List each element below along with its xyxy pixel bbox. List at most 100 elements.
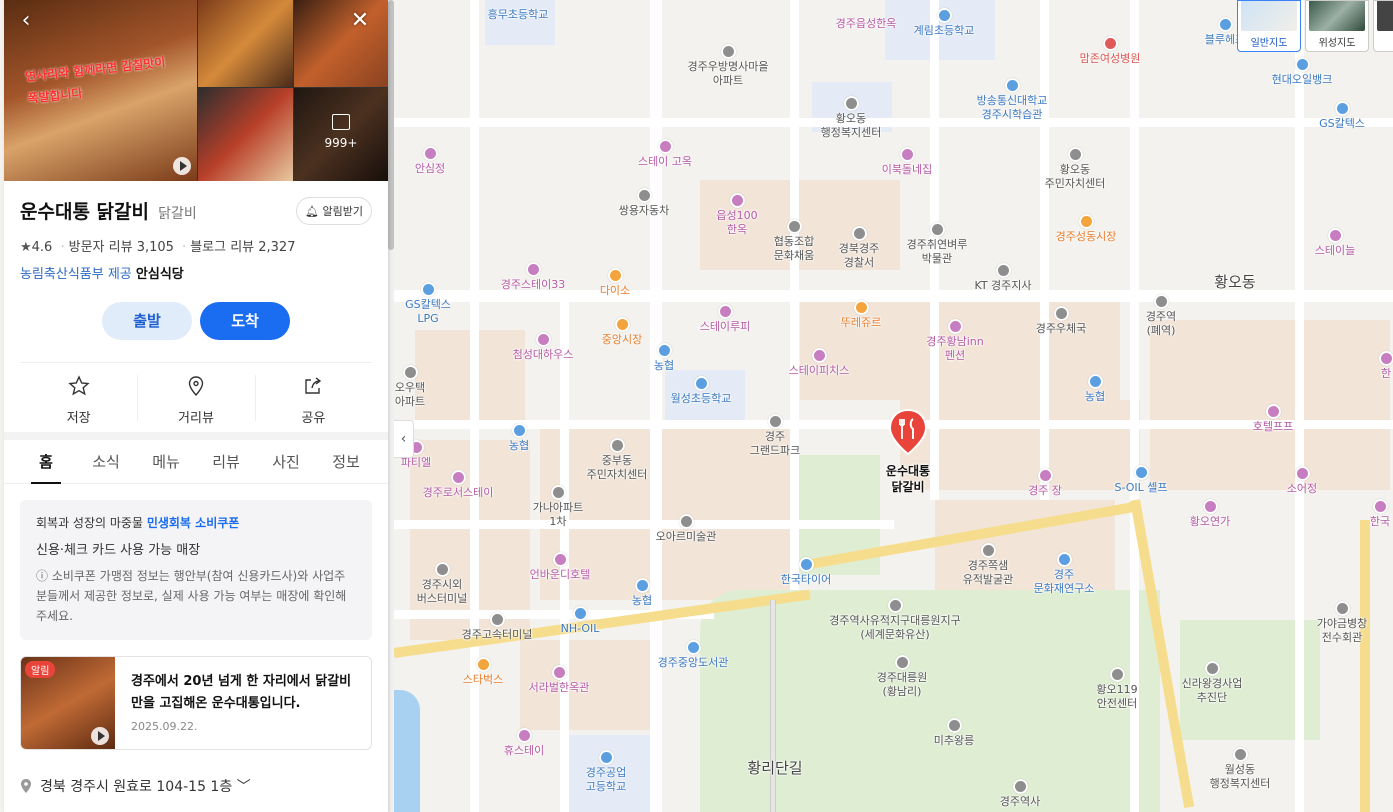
alarm-button[interactable]: 🔔︎ 알림받기 (296, 197, 372, 225)
poi-label[interactable]: 다이소 (600, 284, 630, 298)
map-type-normal-button[interactable]: 일반지도 (1237, 0, 1301, 52)
poi-pin-icon[interactable] (1057, 552, 1072, 567)
poi-pin-icon[interactable] (610, 438, 625, 453)
street-view-button[interactable]: 거리뷰 (137, 375, 254, 432)
photo-gallery[interactable]: 연사리와 함께라면 감칠맛이 폭발합니다 999+ ‹ ✕ (4, 0, 388, 181)
poi-label[interactable]: 농협 (509, 439, 529, 453)
poi-label[interactable]: 황오연가 (1190, 515, 1230, 529)
poi-label[interactable]: 소어정 (1287, 482, 1317, 496)
poi-pin-icon[interactable] (423, 146, 438, 161)
poi-label[interactable]: 경주로서스테이 (423, 486, 494, 500)
poi-label[interactable]: 읍성100 한옥 (716, 209, 757, 237)
news-card[interactable]: 알림 경주에서 20년 넘게 한 자리에서 닭갈비만을 고집해온 운수대통입니다… (20, 656, 372, 750)
poi-label[interactable]: 농협 (1085, 390, 1105, 404)
poi-label[interactable]: S-OIL 셀프 (1114, 481, 1167, 495)
poi-pin-icon[interactable] (1103, 36, 1118, 51)
poi-label[interactable]: 한국 (1370, 515, 1390, 529)
poi-pin-icon[interactable] (451, 470, 466, 485)
tab-review[interactable]: 리뷰 (196, 440, 256, 483)
poi-pin-icon[interactable] (694, 376, 709, 391)
close-icon[interactable]: ✕ (346, 8, 374, 36)
poi-pin-icon[interactable] (599, 750, 614, 765)
poi-label[interactable]: 맘존여성병원 (1080, 52, 1141, 66)
poi-label[interactable]: 방송통신대학교 경주시학습관 (977, 94, 1048, 122)
poi-pin-icon[interactable] (1295, 466, 1310, 481)
poi-pin-icon[interactable] (895, 655, 910, 670)
poi-pin-icon[interactable] (1110, 667, 1125, 682)
poi-pin-icon[interactable] (947, 718, 962, 733)
poi-pin-icon[interactable] (536, 332, 551, 347)
photo-thumb[interactable] (198, 0, 293, 87)
poi-label[interactable]: 황오동 주민자치센터 (1045, 163, 1106, 191)
poi-pin-icon[interactable] (1088, 374, 1103, 389)
poi-label[interactable]: 쌍용자동차 (619, 204, 670, 218)
poi-label[interactable]: 안심정 (415, 162, 445, 176)
poi-label[interactable]: 협동조합 문화채움 (774, 235, 814, 263)
poi-pin-icon[interactable] (1295, 57, 1310, 72)
poi-label[interactable]: 경주 장 (1028, 484, 1062, 498)
poi-label[interactable]: 스테이늘 (1315, 244, 1355, 258)
poi-pin-icon[interactable] (888, 598, 903, 613)
poi-pin-icon[interactable] (635, 578, 650, 593)
poi-pin-icon[interactable] (686, 640, 701, 655)
poi-pin-icon[interactable] (1335, 601, 1350, 616)
save-button[interactable]: 저장 (20, 375, 137, 432)
poi-pin-icon[interactable] (517, 728, 532, 743)
poi-pin-icon[interactable] (1373, 499, 1388, 514)
poi-pin-icon[interactable] (930, 222, 945, 237)
poi-pin-icon[interactable] (1266, 404, 1281, 419)
poi-label[interactable]: KT 경주지사 (974, 279, 1031, 293)
poi-pin-icon[interactable] (1233, 747, 1248, 762)
poi-pin-icon[interactable] (476, 657, 491, 672)
poi-label[interactable]: 농협 (632, 594, 652, 608)
map-type-extra-button[interactable] (1373, 0, 1393, 52)
poi-label[interactable]: 흥무초등학교 (488, 8, 549, 22)
poi-pin-icon[interactable] (1054, 306, 1069, 321)
poi-pin-icon[interactable] (981, 543, 996, 558)
poi-label[interactable]: 농협 (654, 359, 674, 373)
poi-label[interactable]: 황리단길 (747, 759, 802, 777)
poi-label[interactable]: 첨성대하우스 (513, 348, 574, 362)
poi-pin-icon[interactable] (553, 552, 568, 567)
poi-label[interactable]: 휴스테이 (504, 744, 544, 758)
restaurant-marker-label[interactable]: 운수대통 닭갈비 (871, 463, 945, 495)
poi-pin-icon[interactable] (435, 562, 450, 577)
poi-label[interactable]: 파티엘 (401, 456, 431, 470)
poi-pin-icon[interactable] (657, 343, 672, 358)
poi-pin-icon[interactable] (1068, 147, 1083, 162)
panel-scrollbar[interactable] (388, 0, 394, 812)
poi-label[interactable]: 가야금병창 전수회관 (1317, 617, 1368, 645)
photo-thumb[interactable] (198, 88, 293, 181)
poi-pin-icon[interactable] (403, 365, 418, 380)
poi-label[interactable]: 경주스테이33 (501, 278, 566, 292)
poi-label[interactable]: 경주역 (폐역) (1146, 310, 1176, 338)
coupon-link[interactable]: 민생회복 소비쿠폰 (147, 516, 240, 530)
poi-pin-icon[interactable] (799, 557, 814, 572)
visitor-reviews-link[interactable]: 방문자 리뷰 3,105 (69, 240, 174, 255)
poi-label[interactable]: 스테이 고옥 (638, 155, 692, 169)
play-icon[interactable] (173, 157, 191, 175)
poi-pin-icon[interactable] (730, 193, 745, 208)
poi-label[interactable]: 이북돌네집 (882, 163, 933, 177)
poi-pin-icon[interactable] (1379, 351, 1393, 366)
poi-label[interactable]: 경북경주 경찰서 (839, 242, 879, 270)
poi-pin-icon[interactable] (787, 219, 802, 234)
poi-label[interactable]: 황오동 행정복지센터 (821, 112, 882, 140)
poi-pin-icon[interactable] (948, 319, 963, 334)
poi-label[interactable]: 한 (1381, 367, 1391, 381)
map-type-satellite-button[interactable]: 위성지도 (1305, 0, 1369, 52)
poi-pin-icon[interactable] (1154, 294, 1169, 309)
departure-button[interactable]: 출발 (102, 302, 192, 340)
poi-label[interactable]: 경주고속터미널 (462, 628, 533, 642)
tab-photo[interactable]: 사진 (256, 440, 316, 483)
poi-pin-icon[interactable] (573, 606, 588, 621)
poi-label[interactable]: 월성동 행정복지센터 (1210, 763, 1271, 791)
poi-label[interactable]: 가나아파트 1차 (533, 501, 584, 529)
poi-label[interactable]: 경주성동시장 (1056, 230, 1117, 244)
poi-label[interactable]: 중앙시장 (602, 333, 642, 347)
poi-label[interactable]: 경주중앙도서관 (658, 656, 729, 670)
poi-label[interactable]: 스테이루피 (700, 320, 751, 334)
poi-pin-icon[interactable] (996, 263, 1011, 278)
poi-pin-icon[interactable] (1218, 17, 1233, 32)
poi-pin-icon[interactable] (1328, 228, 1343, 243)
